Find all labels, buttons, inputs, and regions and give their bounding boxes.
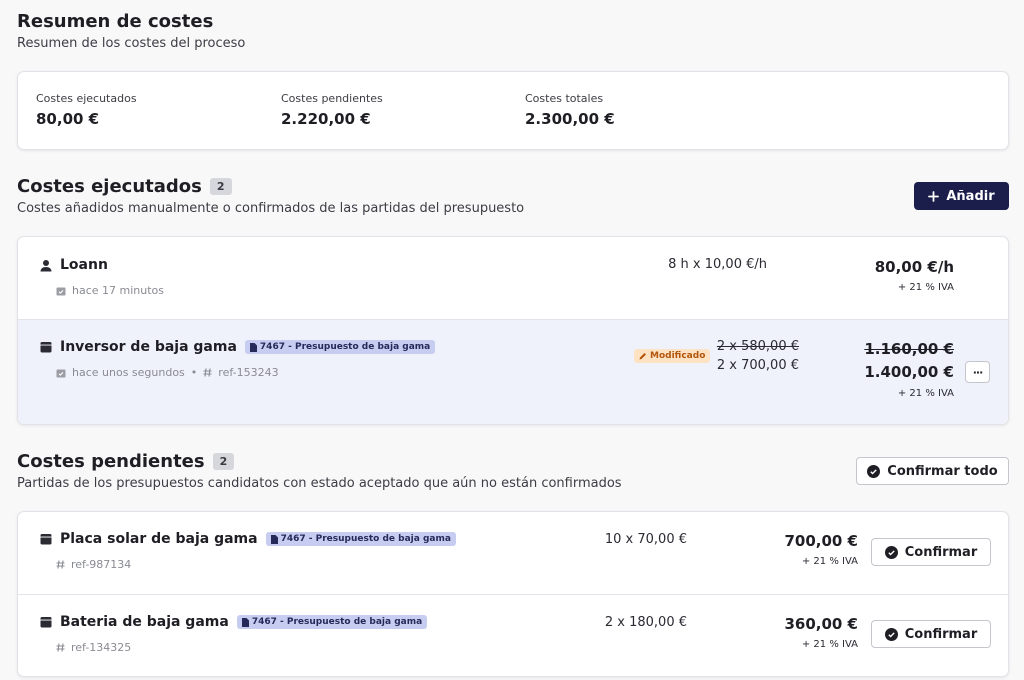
pending-count-badge: 2 (212, 453, 235, 470)
row-meta: ref-134325 (56, 641, 131, 654)
calendar-check-icon (56, 286, 66, 296)
metric-executed: Costes ejecutados 80,00 € (36, 92, 137, 128)
row-time: hace 17 minutos (72, 284, 165, 297)
pending-title: Costes pendientes 2 (17, 451, 235, 472)
calendar-check-icon (56, 368, 66, 378)
row-amount: 360,00 € (784, 615, 858, 633)
box-icon (40, 341, 52, 353)
hash-icon (56, 560, 65, 569)
row-ref: ref-987134 (71, 558, 132, 571)
executed-card: Loann hace 17 minutos 8 h x 10,00 €/h 80… (17, 236, 1009, 425)
metric-value: 80,00 € (36, 110, 100, 128)
more-options-button[interactable]: ··· (965, 361, 990, 383)
budget-tag[interactable]: 7467 - Presupuesto de baja gama (244, 340, 436, 354)
row-amount: 700,00 € (784, 532, 858, 550)
row-meta: ref-987134 (56, 558, 131, 571)
row-time: hace unos segundos (72, 366, 185, 379)
table-row[interactable]: Bateria de baja gama 7467 - Presupuesto … (18, 595, 1008, 676)
metric-pending: Costes pendientes 2.220,00 € (281, 92, 383, 128)
user-icon (40, 259, 52, 272)
check-circle-icon (867, 464, 881, 478)
row-total: 80,00 €/h + 21 % IVA (875, 258, 954, 293)
row-total: 700,00 € + 21 % IVA (784, 532, 858, 567)
pending-subtitle: Partidas de los presupuestos candidatos … (17, 476, 622, 491)
box-icon (40, 533, 52, 545)
ellipsis-icon: ··· (972, 365, 984, 379)
row-name: Placa solar de baja gama (60, 531, 258, 547)
summary-subtitle: Resumen de los costes del proceso (17, 36, 246, 51)
row-amount-old: 1.160,00 € (864, 340, 954, 358)
summary-card: Costes ejecutados 80,00 € Costes pendien… (17, 71, 1009, 150)
metric-label: Costes pendientes (281, 92, 383, 105)
metric-value: 2.300,00 € (525, 110, 615, 128)
row-iva: + 21 % IVA (801, 639, 858, 650)
executed-subtitle: Costes añadidos manualmente o confirmado… (17, 201, 525, 216)
row-quantity: 2 x 580,00 € 2 x 700,00 € (717, 339, 799, 373)
row-title: Inversor de baja gama 7467 - Presupuesto… (40, 339, 436, 355)
metric-total: Costes totales 2.300,00 € (525, 92, 615, 128)
pending-card: Placa solar de baja gama 7467 - Presupue… (17, 511, 1009, 677)
row-quantity: 2 x 180,00 € (604, 615, 687, 630)
hash-icon (56, 643, 65, 652)
metric-label: Costes ejecutados (36, 92, 137, 105)
row-quantity: 8 h x 10,00 €/h (668, 257, 767, 272)
row-title: Loann (40, 257, 108, 273)
row-iva: + 21 % IVA (897, 388, 954, 399)
row-iva: + 21 % IVA (897, 282, 954, 293)
row-amount: 1.400,00 € (864, 363, 954, 381)
row-meta: hace unos segundos • ref-153243 (56, 366, 279, 379)
table-row[interactable]: Placa solar de baja gama 7467 - Presupue… (18, 512, 1008, 594)
row-total: 1.160,00 € 1.400,00 € + 21 % IVA (864, 340, 954, 399)
confirm-button[interactable]: Confirmar (871, 538, 991, 566)
row-ref: ref-153243 (218, 366, 279, 379)
budget-tag[interactable]: 7467 - Presupuesto de baja gama (265, 532, 456, 546)
add-cost-button[interactable]: Añadir (914, 182, 1009, 210)
row-meta: hace 17 minutos (56, 284, 164, 297)
document-icon (249, 342, 257, 352)
executed-title: Costes ejecutados 2 (17, 176, 232, 197)
box-icon (40, 616, 52, 628)
table-row[interactable]: Loann hace 17 minutos 8 h x 10,00 €/h 80… (18, 237, 1008, 319)
row-ref: ref-134325 (71, 641, 132, 654)
row-name: Inversor de baja gama (60, 339, 237, 355)
row-title: Placa solar de baja gama 7467 - Presupue… (40, 531, 456, 547)
table-row[interactable]: Inversor de baja gama 7467 - Presupuesto… (18, 320, 1008, 424)
row-quantity-new: 2 x 700,00 € (716, 358, 799, 373)
metric-label: Costes totales (525, 92, 604, 105)
hash-icon (203, 368, 212, 377)
modified-badge: Modificado (634, 349, 711, 363)
check-circle-icon (884, 545, 898, 559)
row-name: Loann (60, 257, 108, 273)
budget-tag[interactable]: 7467 - Presupuesto de baja gama (236, 615, 428, 629)
row-title: Bateria de baja gama 7467 - Presupuesto … (40, 614, 428, 630)
confirm-all-button[interactable]: Confirmar todo (856, 457, 1009, 485)
document-icon (241, 617, 249, 627)
plus-icon (928, 190, 940, 202)
check-circle-icon (884, 627, 898, 641)
row-quantity: 10 x 70,00 € (604, 532, 687, 547)
summary-title: Resumen de costes (17, 11, 214, 32)
row-total: 360,00 € + 21 % IVA (784, 615, 858, 650)
metric-value: 2.220,00 € (281, 110, 371, 128)
document-icon (270, 534, 278, 544)
row-amount: 80,00 €/h (874, 258, 954, 276)
row-name: Bateria de baja gama (60, 614, 229, 630)
row-iva: + 21 % IVA (801, 556, 858, 567)
meta-separator: • (190, 366, 198, 379)
confirm-button[interactable]: Confirmar (871, 620, 991, 648)
executed-count-badge: 2 (209, 178, 232, 195)
pencil-icon (639, 352, 647, 360)
row-quantity-old: 2 x 580,00 € (716, 339, 799, 354)
